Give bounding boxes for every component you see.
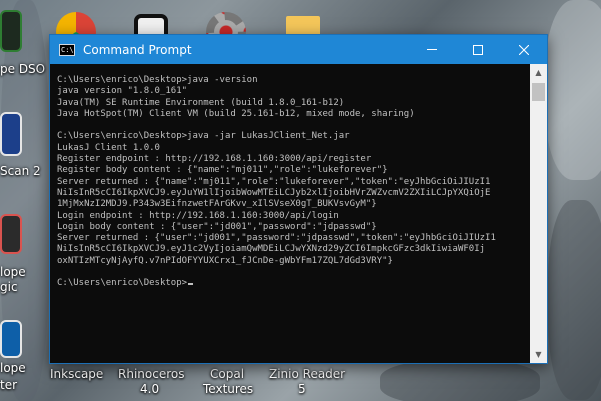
console-line: Server returned : {"name":"mj011","role"… (57, 176, 491, 187)
command-prompt-window[interactable]: C:\ Command Prompt C:\Users\enrico\Deskt… (49, 34, 548, 364)
console-output: C:\Users\enrico\Desktop>java -version jav… (57, 75, 527, 363)
window-controls (409, 35, 547, 64)
scrollbar-thumb[interactable] (532, 83, 545, 101)
minimize-icon (427, 49, 437, 50)
desktop-icon-label: gic (0, 280, 18, 294)
desktop-icon-label: Rhinoceros (118, 367, 185, 381)
close-button[interactable] (501, 35, 547, 64)
desktop-icon-zinio-reader[interactable]: Zinio Reader 5 (266, 364, 346, 401)
desktop-icon-chrome[interactable] (54, 8, 98, 52)
desktop-icon-label: Scan 2 (0, 164, 41, 178)
cmd-icon: C:\ (59, 43, 75, 56)
desktop-wallpaper-rock (545, 0, 601, 180)
window-title: Command Prompt (83, 42, 192, 57)
logic-analyzer-icon (0, 214, 22, 254)
oscilloscope-icon (0, 10, 22, 52)
desktop-icon-label: pe DSO (0, 62, 46, 76)
scroll-down-arrow-icon[interactable]: ▼ (530, 346, 547, 363)
close-icon (519, 44, 529, 55)
desktop-icon-rhinoceros[interactable]: Rhinoceros 4.0 (112, 364, 192, 401)
desktop-icon-label: Copal (210, 367, 245, 381)
desktop-icon-inkscape[interactable]: Inkscape (40, 364, 110, 401)
vertical-scrollbar[interactable]: ▲ ▼ (530, 64, 547, 363)
console-line: NiIsInR5cCI6IkpXVCJ9.eyJ1c2VyIjoiamQwMDE… (57, 244, 486, 255)
console-line: 1MjMxNzI2MDJ9.P343w3EifnzwetFArGKvv_xIlS… (57, 199, 377, 210)
console-line: Java(TM) SE Runtime Environment (build 1… (57, 97, 345, 108)
desktop-icon-scope-logic[interactable]: lope gic (0, 210, 50, 300)
desktop-icon-label: lope (0, 361, 26, 375)
console-line: LukasJ Client 1.0.0 (57, 142, 160, 153)
scanner-icon (0, 112, 22, 156)
console-line: Server returned : {"user":"jd001","passw… (57, 233, 496, 244)
desktop-icon-label: Zinio Reader (269, 367, 346, 381)
console-line: java version "1.8.0_161" (57, 86, 188, 97)
console-line: C:\Users\enrico\Desktop>java -jar LukasJ… (57, 131, 350, 142)
console-line: Java HotSpot(TM) Client VM (build 25.161… (57, 108, 415, 119)
desktop-icon-scan[interactable]: Scan 2 (0, 106, 50, 186)
desktop-icon-copal-textures[interactable]: Copal Textures (196, 364, 266, 401)
desktop-icon-label: 4.0 (140, 382, 160, 396)
maximize-button[interactable] (455, 35, 501, 64)
desktop-icon-label: 5 (298, 382, 306, 396)
minimize-button[interactable] (409, 35, 455, 64)
desktop-icon-label: Textures (203, 382, 254, 396)
console-line: Register endpoint : http://192.168.1.160… (57, 154, 372, 165)
console-line: Login endpoint : http://192.168.1.160:30… (57, 210, 339, 221)
console-line: Login body content : {"user":"jd001","pa… (57, 221, 377, 232)
desktop-icon-tablet[interactable] (132, 8, 172, 48)
console-area[interactable]: C:\Users\enrico\Desktop>java -version jav… (50, 64, 547, 363)
desktop-icon-label: Inkscape (50, 367, 104, 381)
console-line: oxNTIzMTcyNjAyfQ.v7nPIdOFYYUXCrx1_fJCnDe… (57, 255, 393, 266)
maximize-icon (473, 44, 483, 55)
desktop-icon-dso[interactable]: pe DSO (0, 4, 50, 84)
meter-icon (0, 320, 22, 358)
text-cursor (188, 283, 194, 286)
console-line: Register body content : {"name":"mj011",… (57, 165, 388, 176)
desktop-icon-label: lope (0, 265, 26, 279)
scroll-up-arrow-icon[interactable]: ▲ (530, 64, 547, 81)
desktop-icon-settings[interactable] (204, 8, 250, 52)
desktop-wallpaper-rock (380, 360, 540, 401)
window-titlebar[interactable]: C:\ Command Prompt (50, 35, 547, 64)
desktop-icon-label: ter (0, 378, 18, 392)
console-line: C:\Users\enrico\Desktop> (57, 278, 527, 289)
console-line: C:\Users\enrico\Desktop>java -version (57, 75, 258, 85)
desktop-icon-folder[interactable] (284, 8, 324, 42)
console-line: NiIsInR5cCI6IkpXVCJ9.eyJuYW1lIjoibWowMTE… (57, 187, 491, 198)
desktop-wallpaper-rock (548, 200, 601, 400)
